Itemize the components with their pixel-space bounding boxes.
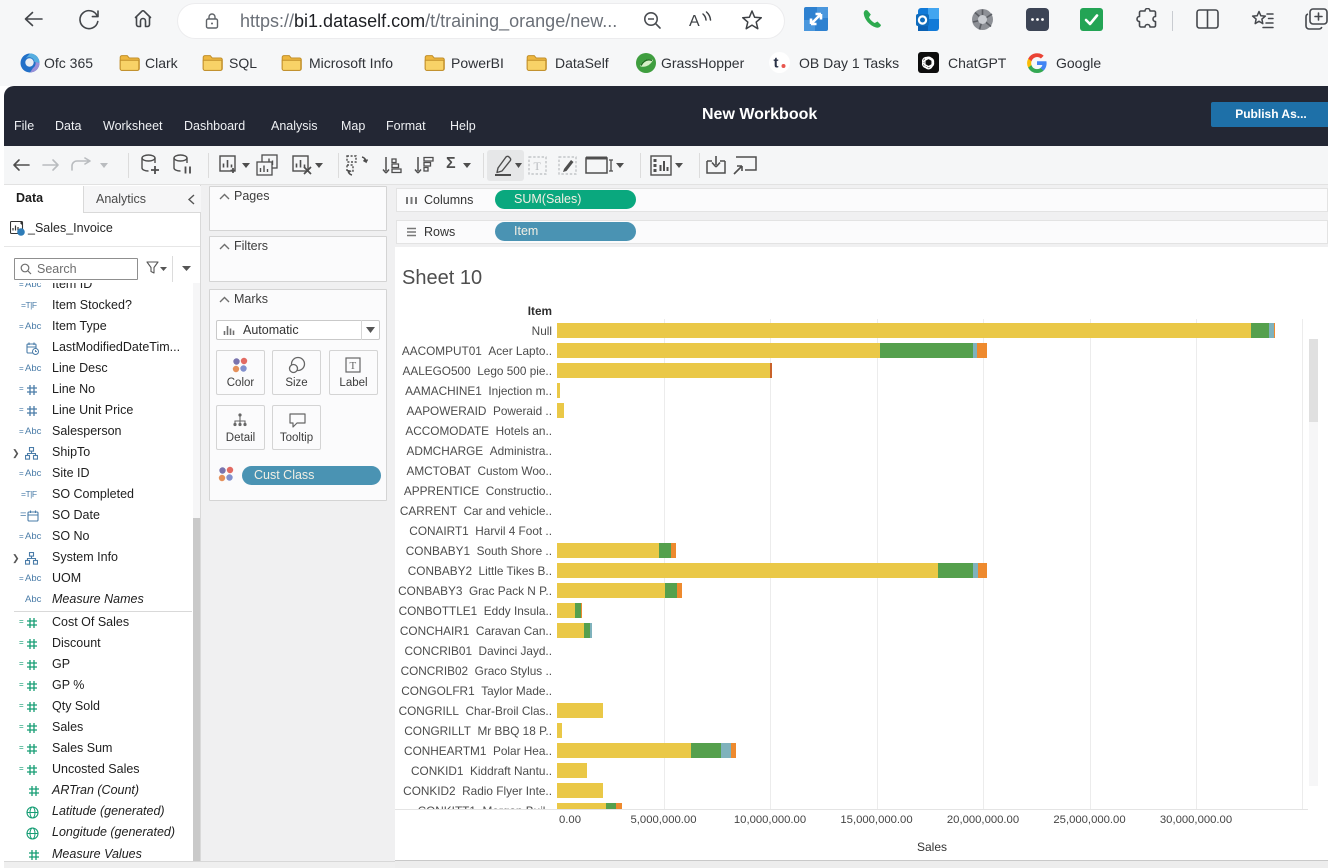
svg-text:T: T	[350, 360, 357, 372]
svg-text:T: T	[534, 159, 542, 173]
svg-text:A: A	[689, 13, 700, 30]
svg-text:t: t	[774, 55, 779, 72]
